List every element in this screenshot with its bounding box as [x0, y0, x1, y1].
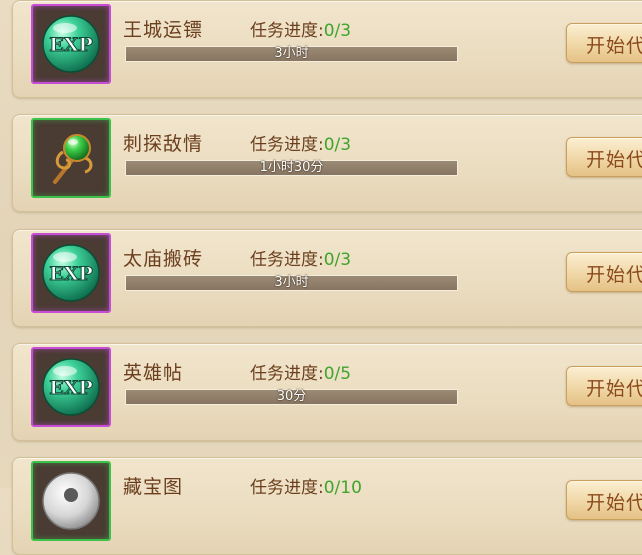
start-button[interactable]: 开始代	[566, 480, 642, 520]
task-icon-frame[interactable]	[31, 461, 111, 541]
task-time: 1小时30分	[259, 160, 324, 175]
task-list: EXP 王城运镖 任务进度:0/3 3小时 开始代 刺探敌情 任务进度:0/3 …	[0, 0, 642, 555]
task-icon-frame[interactable]: EXP	[31, 4, 111, 84]
task-progress-value: 0/10	[323, 478, 362, 498]
task-name: 刺探敌情	[123, 133, 204, 155]
start-button-label: 开始代	[586, 378, 642, 400]
green-gem-staff-icon	[53, 134, 93, 184]
task-icon-frame[interactable]: EXP	[31, 233, 111, 313]
start-button[interactable]: 开始代	[566, 252, 642, 292]
svg-text:EXP: EXP	[49, 263, 93, 285]
task-time-bar: 3小时	[125, 46, 458, 62]
task-card: EXP 王城运镖 任务进度:0/3 3小时 开始代	[12, 0, 642, 98]
start-button[interactable]: 开始代	[566, 137, 642, 177]
task-progress-value: 0/3	[323, 21, 352, 41]
exp-orb-icon: EXP	[42, 15, 100, 73]
task-name: 王城运镖	[123, 19, 204, 41]
task-time: 30分	[276, 389, 307, 404]
start-button[interactable]: 开始代	[566, 366, 642, 406]
task-time-bar: 30分	[125, 389, 458, 405]
start-button[interactable]: 开始代	[566, 23, 642, 63]
task-progress-label: 任务进度:0/5	[250, 364, 352, 384]
task-progress-value: 0/3	[323, 250, 352, 270]
svg-text:EXP: EXP	[49, 34, 93, 56]
task-progress-label: 任务进度:0/3	[250, 135, 352, 155]
task-name: 太庙搬砖	[123, 248, 204, 270]
task-progress-label: 任务进度:0/10	[250, 478, 362, 498]
svg-text:EXP: EXP	[49, 377, 93, 399]
task-time: 3小时	[274, 46, 309, 61]
task-time: 3小时	[274, 275, 309, 290]
task-name: 藏宝图	[123, 476, 184, 498]
task-card: 刺探敌情 任务进度:0/3 1小时30分 开始代	[12, 114, 642, 212]
task-progress-value: 0/3	[323, 135, 352, 155]
task-card: EXP 太庙搬砖 任务进度:0/3 3小时 开始代	[12, 229, 642, 327]
start-button-label: 开始代	[586, 492, 642, 514]
task-icon-frame[interactable]: EXP	[31, 347, 111, 427]
white-orb-icon	[42, 472, 100, 530]
start-button-label: 开始代	[586, 149, 642, 171]
task-progress-label: 任务进度:0/3	[250, 21, 352, 41]
task-progress-value: 0/5	[323, 364, 352, 384]
task-card: 藏宝图 任务进度:0/10 开始代	[12, 457, 642, 555]
task-time-bar: 1小时30分	[125, 160, 458, 176]
start-button-label: 开始代	[586, 264, 642, 286]
exp-orb-icon: EXP	[42, 358, 100, 416]
task-icon-frame[interactable]	[31, 118, 111, 198]
task-progress-label: 任务进度:0/3	[250, 250, 352, 270]
task-name: 英雄帖	[123, 362, 184, 384]
exp-orb-icon: EXP	[42, 244, 100, 302]
start-button-label: 开始代	[586, 35, 642, 57]
task-time-bar: 3小时	[125, 275, 458, 291]
task-card: EXP 英雄帖 任务进度:0/5 30分 开始代	[12, 343, 642, 441]
